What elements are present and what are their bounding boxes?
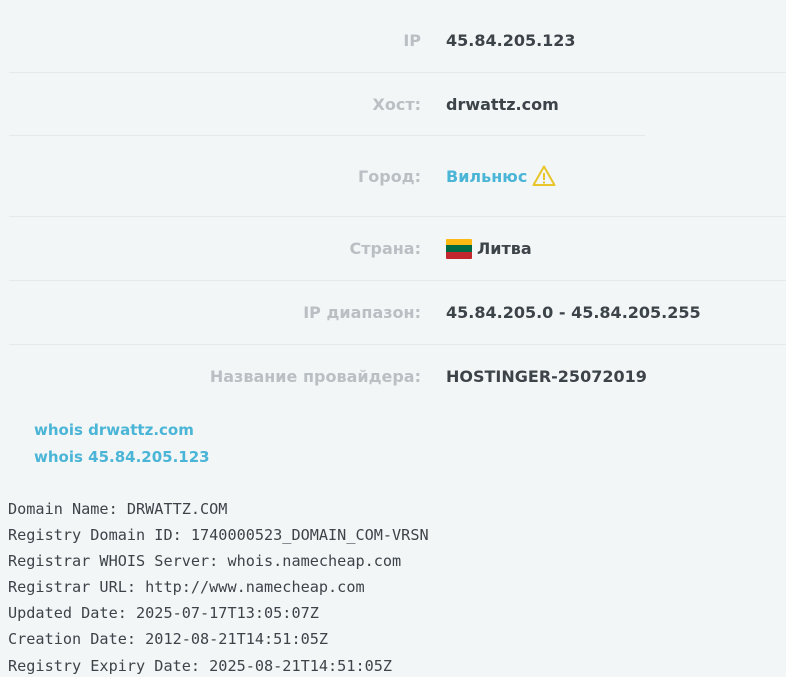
ip-range-row: IP диапазон: 45.84.205.0 - 45.84.205.255 bbox=[9, 281, 786, 345]
ip-row: IP 45.84.205.123 bbox=[9, 9, 786, 73]
city-label: Город: bbox=[358, 166, 421, 186]
whois-line-updated-date: Updated Date: 2025-07-17T13:05:07Z bbox=[8, 604, 319, 623]
ip-range-value: 45.84.205.0 - 45.84.205.255 bbox=[446, 303, 701, 322]
whois-line-domain-name: Domain Name: DRWATTZ.COM bbox=[8, 500, 228, 518]
city-row: Город: Вильнюс bbox=[9, 136, 786, 217]
whois-line-registrar-url: Registrar URL: http://www.namecheap.com bbox=[8, 578, 365, 597]
warning-icon bbox=[532, 165, 556, 186]
country-name: Литва bbox=[477, 239, 532, 258]
host-row: Хост: drwattz.com bbox=[9, 73, 786, 136]
country-label: Страна: bbox=[349, 239, 421, 258]
whois-line-registry-expiry-date: Registry Expiry Date: 2025-08-21T14:51:0… bbox=[8, 656, 393, 675]
whois-line-creation-date: Creation Date: 2012-08-21T14:51:05Z bbox=[8, 630, 329, 649]
lithuania-flag-icon bbox=[446, 238, 472, 259]
country-value: Литва bbox=[446, 238, 532, 259]
whois-links: whois drwattz.com whois 45.84.205.123 bbox=[34, 419, 210, 473]
provider-label: Название провайдера: bbox=[209, 367, 421, 386]
ip-label: IP bbox=[403, 31, 421, 50]
city-name[interactable]: Вильнюс bbox=[446, 167, 527, 186]
ip-info-table: IP 45.84.205.123 Хост: drwattz.com Город… bbox=[9, 9, 786, 408]
provider-row: Название провайдера: HOSTINGER-25072019 bbox=[9, 345, 786, 408]
whois-raw-output: Domain Name: DRWATTZ.COM Registry Domain… bbox=[8, 496, 429, 677]
provider-value: HOSTINGER-25072019 bbox=[446, 367, 647, 386]
host-value: drwattz.com bbox=[446, 95, 559, 114]
ip-range-label: IP диапазон: bbox=[303, 303, 421, 322]
whois-line-registry-domain-id: Registry Domain ID: 1740000523_DOMAIN_CO… bbox=[8, 526, 429, 545]
whois-ip-link[interactable]: whois 45.84.205.123 bbox=[34, 446, 210, 473]
country-row: Страна: Литва bbox=[9, 217, 786, 281]
whois-domain-link[interactable]: whois drwattz.com bbox=[34, 419, 210, 446]
ip-value: 45.84.205.123 bbox=[446, 31, 576, 50]
whois-line-registrar-whois-server: Registrar WHOIS Server: whois.namecheap.… bbox=[8, 552, 402, 571]
city-value[interactable]: Вильнюс bbox=[446, 164, 556, 188]
host-label: Хост: bbox=[372, 95, 421, 114]
